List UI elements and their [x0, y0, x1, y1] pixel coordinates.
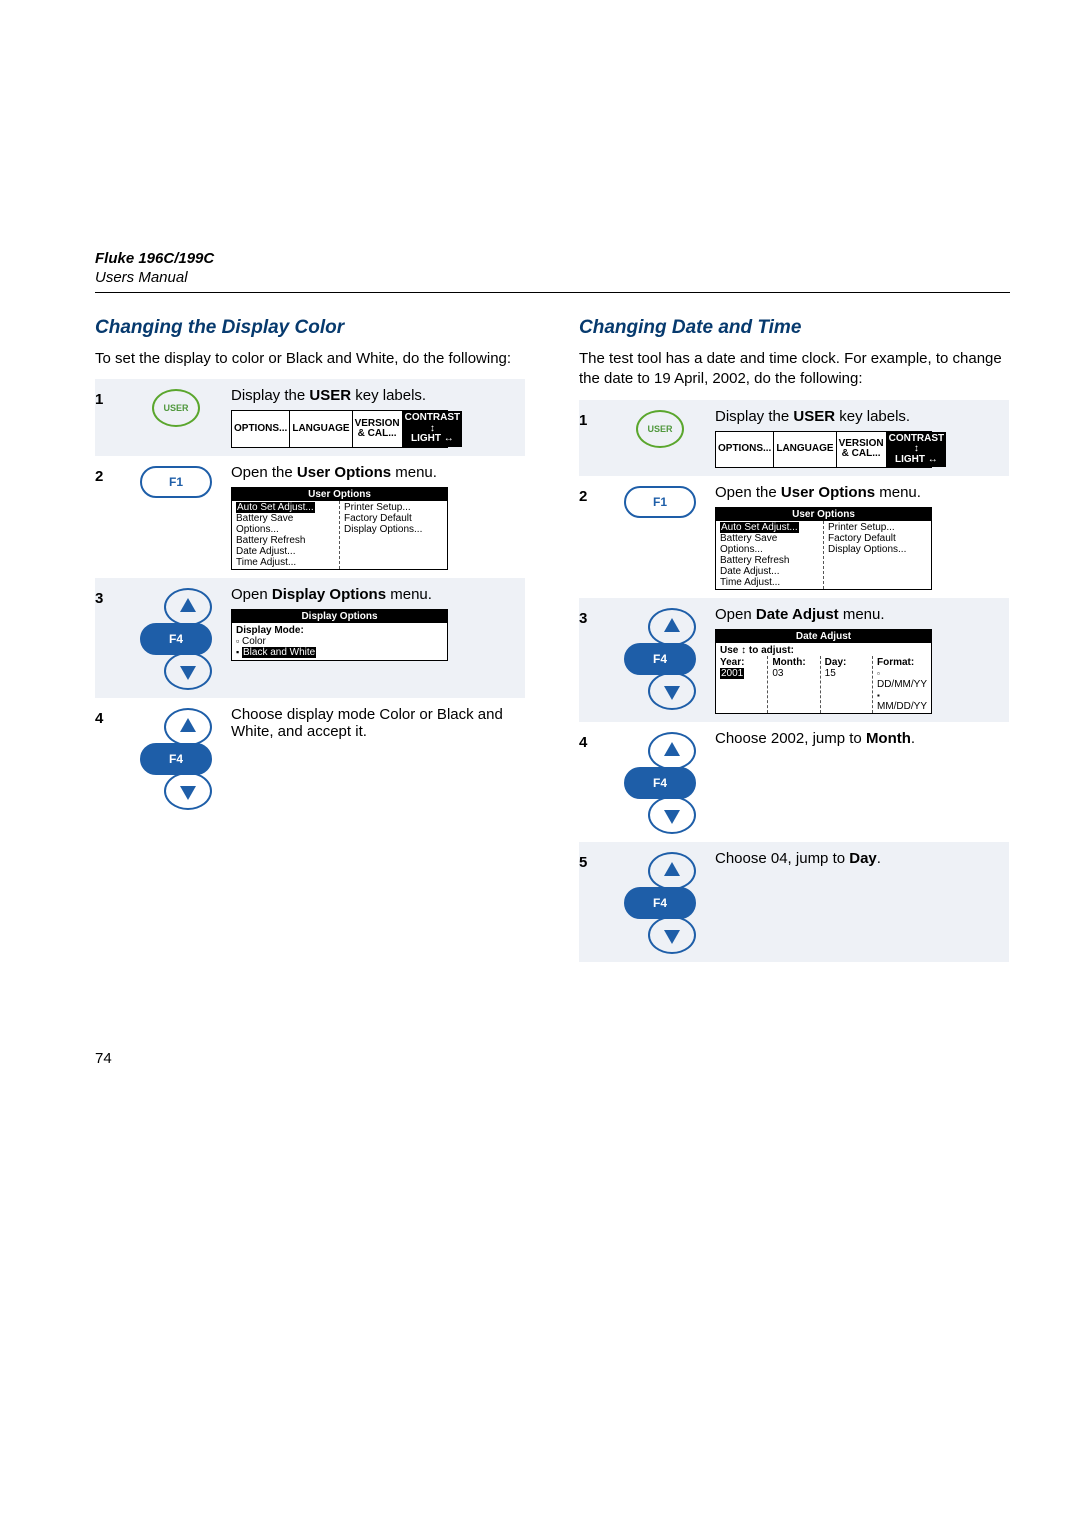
softkey-language: LANGUAGE — [773, 432, 835, 468]
user-options-panel: User Options Auto Set Adjust... Battery … — [715, 507, 932, 590]
display-options-panel: Display Options Display Mode: ▫ Color ▪ … — [231, 609, 448, 661]
step-num: 1 — [95, 387, 121, 448]
menu-item-highlighted: Auto Set Adjust... — [236, 502, 315, 513]
step-num: 4 — [95, 706, 121, 810]
step-num: 3 — [579, 606, 605, 714]
right-step2-text: Open the User Options menu. — [715, 484, 1009, 501]
menu-item-highlighted: Auto Set Adjust... — [720, 522, 799, 533]
softkey-contrast: CONTRAST ↕LIGHT ↔ — [886, 432, 947, 468]
softkey-options: OPTIONS... — [716, 432, 773, 468]
right-step1-text: Display the USER key labels. — [715, 408, 1009, 425]
f4-key-icon: F4 — [624, 887, 696, 919]
softkey-row: OPTIONS... LANGUAGE VERSION & CAL... CON… — [231, 410, 448, 448]
f4-key-icon: F4 — [624, 643, 696, 675]
left-step3-text: Open Display Options menu. — [231, 586, 525, 603]
menu-item: Printer Setup... — [828, 522, 895, 533]
left-step1-text: Display the USER key labels. — [231, 387, 525, 404]
softkey-version: VERSION & CAL... — [352, 411, 402, 447]
arrow-up-key-icon — [164, 708, 212, 746]
left-section-title: Changing the Display Color — [95, 317, 525, 339]
softkey-version: VERSION & CAL... — [836, 432, 886, 468]
step-num: 1 — [579, 408, 605, 469]
arrow-down-key-icon — [648, 796, 696, 834]
arrow-up-key-icon — [648, 608, 696, 646]
opt-color: Color — [242, 636, 266, 647]
page-number: 74 — [95, 1050, 112, 1067]
f4-key-icon: F4 — [140, 623, 212, 655]
arrow-down-key-icon — [648, 916, 696, 954]
menu-item: Printer Setup... — [344, 502, 411, 513]
menu-item: Date Adjust... — [236, 546, 295, 557]
panel-title: User Options — [716, 508, 931, 521]
left-step2-text: Open the User Options menu. — [231, 464, 525, 481]
step-num: 2 — [95, 464, 121, 570]
user-options-panel: User Options Auto Set Adjust... Battery … — [231, 487, 448, 570]
step-num: 4 — [579, 730, 605, 834]
right-step4-text: Choose 2002, jump to Month. — [715, 730, 1009, 747]
left-step4-text: Choose display mode Color or Black and W… — [231, 706, 525, 740]
hint-text: Use ↕ to adjust: — [720, 645, 794, 656]
menu-item: Date Adjust... — [720, 566, 779, 577]
arrow-up-key-icon — [648, 852, 696, 890]
f1-key-icon: F1 — [624, 486, 696, 518]
menu-item: Battery Save Options... — [720, 533, 777, 555]
fmt2: MM/DD/YY — [877, 701, 927, 712]
softkey-options: OPTIONS... — [232, 411, 289, 447]
menu-item: Battery Refresh — [720, 555, 789, 566]
year-value: 2001 — [720, 668, 744, 679]
right-intro: The test tool has a date and time clock.… — [579, 349, 1009, 390]
softkey-contrast: CONTRAST ↕LIGHT ↔ — [402, 411, 463, 447]
month-value: 03 — [772, 668, 783, 679]
menu-item: Battery Refresh — [236, 535, 305, 546]
user-key-icon: USER — [152, 389, 200, 427]
date-adjust-panel: Date Adjust Use ↕ to adjust: Year: 2001 — [715, 629, 932, 714]
menu-item: Factory Default — [828, 533, 896, 544]
f4-key-icon: F4 — [140, 743, 212, 775]
arrow-up-key-icon — [648, 732, 696, 770]
f1-key-icon: F1 — [140, 466, 212, 498]
f4-key-icon: F4 — [624, 767, 696, 799]
step-num: 5 — [579, 850, 605, 954]
manual-subhead: Users Manual — [95, 269, 1010, 286]
panel-title: Date Adjust — [716, 630, 931, 643]
menu-item: Time Adjust... — [236, 557, 296, 568]
arrow-down-key-icon — [164, 652, 212, 690]
right-step5-text: Choose 04, jump to Day. — [715, 850, 1009, 867]
panel-title: Display Options — [232, 610, 447, 623]
opt-bw: Black and White — [242, 647, 316, 658]
softkey-row: OPTIONS... LANGUAGE VERSION & CAL... CON… — [715, 431, 932, 469]
menu-item: Battery Save Options... — [236, 513, 293, 535]
menu-item: Time Adjust... — [720, 577, 780, 588]
arrow-down-key-icon — [164, 772, 212, 810]
fmt1: DD/MM/YY — [877, 679, 927, 690]
mode-label: Display Mode: — [236, 625, 304, 636]
day-value: 15 — [825, 668, 836, 679]
model-line: Fluke 196C/199C — [95, 250, 1010, 267]
panel-title: User Options — [232, 488, 447, 501]
right-step3-text: Open Date Adjust menu. — [715, 606, 1009, 623]
step-num: 2 — [579, 484, 605, 590]
left-intro: To set the display to color or Black and… — [95, 349, 525, 369]
step-num: 3 — [95, 586, 121, 690]
menu-item: Display Options... — [828, 544, 906, 555]
user-key-icon: USER — [636, 410, 684, 448]
arrow-down-key-icon — [648, 672, 696, 710]
menu-item: Display Options... — [344, 524, 422, 535]
right-section-title: Changing Date and Time — [579, 317, 1009, 339]
arrow-up-key-icon — [164, 588, 212, 626]
menu-item: Factory Default — [344, 513, 412, 524]
softkey-language: LANGUAGE — [289, 411, 351, 447]
